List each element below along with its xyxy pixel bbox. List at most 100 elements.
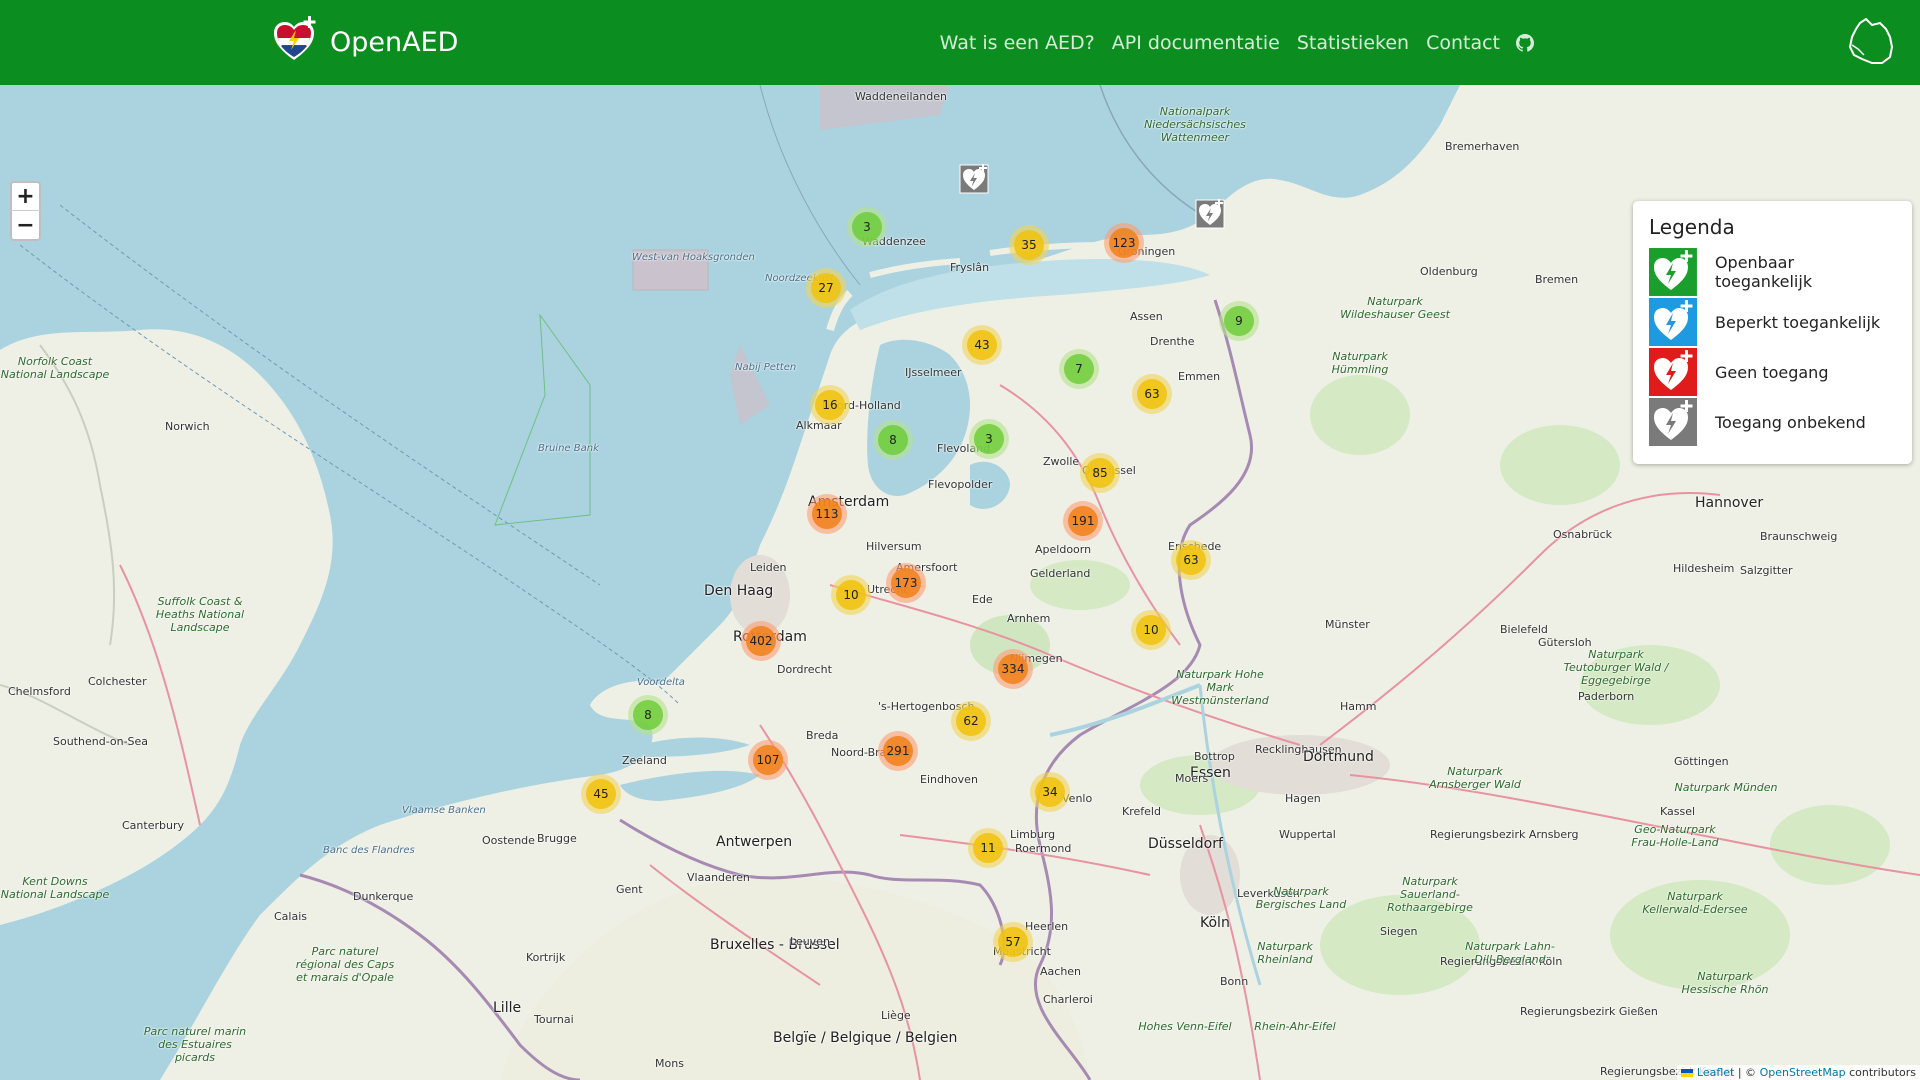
cluster-marker[interactable]: 334 [993,649,1033,689]
aed-heart-gray-icon [959,164,989,194]
cluster-marker[interactable]: 113 [807,494,847,534]
cluster-count: 62 [956,706,986,736]
aed-heart-blue-icon [1649,298,1697,346]
netherlands-map-language-icon[interactable] [1846,15,1896,71]
github-icon[interactable] [1516,33,1534,52]
zoom-out-button[interactable]: − [10,211,41,241]
place-label: Naturpark Teutoburger Wald / Eggegebirge [1563,648,1669,687]
legend-label: Toegang onbekend [1715,412,1866,432]
cluster-marker[interactable]: 3 [847,207,887,247]
cluster-count: 9 [1224,306,1254,336]
place-label: Antwerpen [716,834,793,850]
nav-link-contact[interactable]: Contact [1426,32,1500,54]
cluster-count: 57 [998,927,1028,957]
place-label: Vlaamse Banken [402,805,486,816]
place-label: Gelderland [1030,567,1091,580]
aed-heart-gray-icon [1649,398,1697,446]
place-label: Zeeland [622,754,667,767]
place-label: Vlaanderen [687,871,750,884]
place-label: Limburg [1010,828,1056,841]
cluster-marker[interactable]: 173 [886,563,926,603]
cluster-marker[interactable]: 402 [741,621,781,661]
cluster-count: 35 [1014,230,1044,260]
cluster-marker[interactable]: 10 [1131,610,1171,650]
place-label: Colchester [88,675,147,688]
osm-link[interactable]: OpenStreetMap [1760,1066,1846,1079]
place-label: Naturpark Hohe Mark Westmünsterland [1171,668,1269,707]
cluster-marker[interactable]: 11 [968,828,1008,868]
nav-link-api-docs[interactable]: API documentatie [1112,32,1280,54]
cluster-marker[interactable]: 27 [806,268,846,308]
place-label: Waddeneilanden [855,90,947,103]
cluster-marker[interactable]: 35 [1009,225,1049,265]
cluster-count: 34 [1035,777,1065,807]
place-label: Göttingen [1674,755,1729,768]
cluster-marker[interactable]: 7 [1059,349,1099,389]
place-label: Zwolle [1043,455,1080,468]
place-label: Köln [1200,915,1230,931]
legend-item-public: Openbaar toegankelijk [1649,247,1896,297]
place-label: Voordelta [637,677,685,688]
cluster-marker[interactable]: 10 [831,575,871,615]
aed-marker-unknown[interactable] [958,163,990,199]
cluster-marker[interactable]: 63 [1132,374,1172,414]
cluster-count: 10 [836,580,866,610]
map-view[interactable]: Waddeneilanden Waddenzee Nationalpark Nied… [0,85,1920,1080]
cluster-marker[interactable]: 85 [1080,453,1120,493]
place-label: Liège [881,1009,911,1022]
place-label: Münster [1325,618,1370,631]
nav-link-statistics[interactable]: Statistieken [1297,32,1409,54]
cluster-marker[interactable]: 63 [1171,540,1211,580]
cluster-marker[interactable]: 107 [748,740,788,780]
cluster-count: 43 [967,330,997,360]
place-label: Dordrecht [777,663,832,676]
place-label: Paderborn [1578,690,1635,703]
cluster-marker[interactable]: 291 [878,731,918,771]
place-label: Parc naturel marin des Estuaires picards [143,1025,247,1064]
place-label: Hamm [1340,700,1377,713]
place-label: Arnhem [1007,612,1051,625]
cluster-count: 3 [974,424,1004,454]
cluster-marker[interactable]: 8 [873,420,913,460]
place-label: Calais [274,910,308,923]
cluster-marker[interactable]: 57 [993,922,1033,962]
cluster-marker[interactable]: 191 [1063,501,1103,541]
nav-link-what-is-aed[interactable]: Wat is een AED? [940,32,1095,54]
place-label: Salzgitter [1740,564,1793,577]
aed-heart-red-icon [1649,348,1697,396]
cluster-count: 63 [1137,379,1167,409]
cluster-marker[interactable]: 3 [969,419,1009,459]
place-label: Kortrijk [526,951,566,964]
cluster-marker[interactable]: 45 [581,774,621,814]
cluster-marker[interactable]: 9 [1219,301,1259,341]
place-label: Roermond [1015,842,1072,855]
place-label: Leuven [790,935,830,948]
zoom-in-button[interactable]: + [10,181,41,211]
cluster-marker[interactable]: 123 [1104,223,1144,263]
cluster-marker[interactable]: 34 [1030,772,1070,812]
place-label: Lille [493,1000,522,1016]
place-label: Ede [972,593,993,606]
place-label: Emmen [1178,370,1221,383]
cluster-count: 191 [1068,506,1098,536]
cluster-marker[interactable]: 43 [962,325,1002,365]
place-label: Bremerhaven [1445,140,1520,153]
place-label: Charleroi [1043,993,1093,1006]
place-label: Hannover [1695,495,1764,511]
place-label: Parc naturel régional des Caps et marais… [295,945,395,984]
place-label: Naturpark Rheinland [1257,940,1313,966]
cluster-marker[interactable]: 62 [951,701,991,741]
aed-marker-unknown[interactable] [1194,198,1226,234]
place-label: Bielefeld [1500,623,1548,636]
cluster-marker[interactable]: 16 [810,385,850,425]
cluster-marker[interactable]: 8 [628,695,668,735]
place-label: Bonn [1220,975,1249,988]
aed-heart-logo-icon [270,16,318,68]
place-label: Oostende [482,834,535,847]
brand-link[interactable]: OpenAED [270,16,458,68]
place-label: Naturpark Münden [1674,781,1778,794]
leaflet-link[interactable]: Leaflet [1697,1066,1734,1079]
place-label: Nabij Petten [735,362,797,373]
cluster-count: 107 [753,745,783,775]
place-label: Dunkerque [353,890,414,903]
